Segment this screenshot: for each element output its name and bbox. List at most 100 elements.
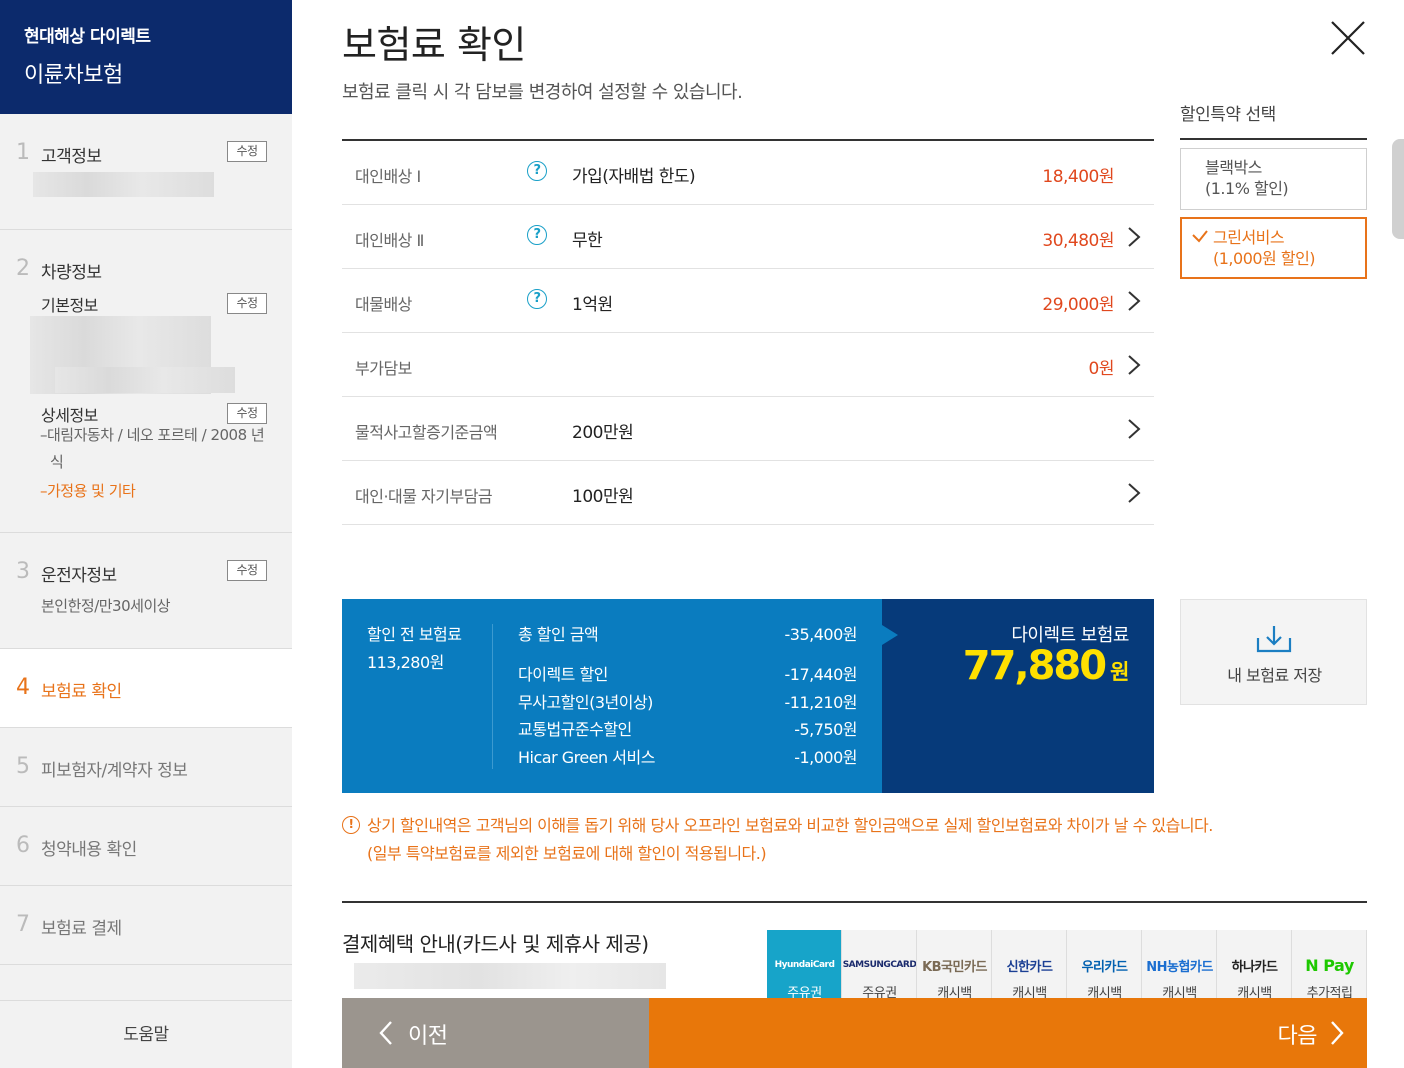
step-payment[interactable]: 7 보험료 결제 xyxy=(0,886,292,965)
card-samsung[interactable]: SAMSUNGCARD 주유권 xyxy=(842,930,917,998)
step-driver-info[interactable]: 3 운전자정보 수정 본인한정/만30세이상 xyxy=(0,533,292,649)
coverage-row[interactable]: 대인·대물 자기부담금 100만원 xyxy=(342,461,1154,525)
coverage-price[interactable]: 0원 xyxy=(1089,354,1115,379)
coverage-row[interactable]: 대인배상 Ⅰ ? 가입(자배법 한도) 18,400원 xyxy=(342,141,1154,205)
card-logo: KB국민카드 xyxy=(922,960,987,975)
card-shinhan[interactable]: 신한카드 캐시백 xyxy=(992,930,1067,998)
step-title: 고객정보 xyxy=(41,147,102,167)
coverage-name: 물적사고할증기준금액 xyxy=(355,423,498,442)
next-button[interactable]: 다음 xyxy=(649,998,1367,1068)
card-logo: 우리카드 xyxy=(1081,960,1128,975)
discount-item-label: Hicar Green 서비스 xyxy=(518,748,655,767)
chevron-right-icon[interactable] xyxy=(1124,225,1144,249)
help-question-icon[interactable]: ? xyxy=(527,161,547,181)
save-premium-button[interactable]: 내 보험료 저장 xyxy=(1180,599,1367,705)
discount-option-rate: (1,000원 할인) xyxy=(1213,249,1316,268)
card-benefit-label: 캐시백 xyxy=(1162,986,1197,998)
discount-item-label: 교통법규준수할인 xyxy=(518,720,632,739)
next-button-label: 다음 xyxy=(1277,1024,1318,1049)
coverage-value: 100만원 xyxy=(572,487,634,507)
premium-summary: 할인 전 보험료 113,280원 총 할인 금액 -35,400원 다이렉트 … xyxy=(342,599,1154,793)
discount-breakdown: 할인 전 보험료 113,280원 총 할인 금액 -35,400원 다이렉트 … xyxy=(342,599,882,793)
sidebar: 현대해상 다이렉트 이륜차보험 1 고객정보 수정 2 차량정보 기본정보 수정… xyxy=(0,0,292,1068)
masked-customer-info xyxy=(33,172,214,197)
discount-option-green-service[interactable]: 그린서비스 (1,000원 할인) xyxy=(1180,217,1367,279)
step-vehicle-info[interactable]: 2 차량정보 기본정보 수정 상세정보 수정 –대림자동차 / 네오 포르테 /… xyxy=(0,230,292,533)
card-nh[interactable]: NH농협카드 캐시백 xyxy=(1142,930,1217,998)
brand-company: 현대해상 다이렉트 xyxy=(24,27,151,47)
card-woori[interactable]: 우리카드 캐시백 xyxy=(1067,930,1142,998)
step-insured-info[interactable]: 5 피보험자/계약자 정보 xyxy=(0,728,292,807)
card-kb[interactable]: KB국민카드 캐시백 xyxy=(917,930,992,998)
card-hana[interactable]: 하나카드 캐시백 xyxy=(1217,930,1292,998)
check-icon xyxy=(1192,230,1208,243)
edit-driver-button[interactable]: 수정 xyxy=(227,560,267,581)
edit-customer-button[interactable]: 수정 xyxy=(227,141,267,162)
close-button[interactable] xyxy=(1328,18,1368,58)
card-logo: SAMSUNGCARD xyxy=(842,960,917,970)
prev-button[interactable]: 이전 xyxy=(342,998,649,1068)
step-number: 7 xyxy=(16,912,30,937)
discount-item-label: 무사고할인(3년이상) xyxy=(518,693,653,712)
vehicle-model: –대림자동차 / 네오 포르테 / 2008 년식 xyxy=(40,426,265,471)
driver-detail: 본인한정/만30세이상 xyxy=(41,597,171,615)
chevron-right-icon[interactable] xyxy=(1124,289,1144,313)
coverage-price[interactable]: 30,480원 xyxy=(1042,226,1114,251)
card-npay[interactable]: N Pay 추가적립 xyxy=(1292,930,1367,998)
direct-premium-panel: 다이렉트 보험료 77,880 원 xyxy=(882,599,1154,793)
step-number: 3 xyxy=(16,559,30,584)
card-hyundai[interactable]: HyundaiCard 주유권 xyxy=(767,930,842,998)
step-title: 청약내용 확인 xyxy=(41,840,137,860)
notice-line: (일부 특약보험료를 제외한 보험료에 대해 할인이 적용됩니다.) xyxy=(367,844,767,863)
page-title: 보험료 확인 xyxy=(342,23,526,67)
step-number: 2 xyxy=(16,256,30,281)
step-title: 보험료 확인 xyxy=(41,682,122,702)
card-logo: 하나카드 xyxy=(1231,960,1278,975)
side-panel-tab[interactable] xyxy=(1392,139,1404,239)
direct-premium-value: 77,880 xyxy=(962,643,1107,689)
discount-option-blackbox[interactable]: 블랙박스 (1.1% 할인) xyxy=(1180,148,1367,210)
coverage-row[interactable]: 부가담보 0원 xyxy=(342,333,1154,397)
help-question-icon[interactable]: ? xyxy=(527,225,547,245)
brand-product: 이륜차보험 xyxy=(24,63,123,88)
discount-item-amount: -5,750원 xyxy=(794,720,857,739)
discount-item-amount: -17,440원 xyxy=(784,665,858,684)
chevron-left-icon xyxy=(379,1021,392,1045)
edit-detail-info-button[interactable]: 수정 xyxy=(227,403,267,424)
coverage-price[interactable]: 18,400원 xyxy=(1042,162,1114,187)
coverage-name: 대인·대물 자기부담금 xyxy=(355,487,493,506)
edit-basic-info-button[interactable]: 수정 xyxy=(227,293,267,314)
card-benefit-label: 캐시백 xyxy=(1087,986,1122,998)
coverage-value: 1억원 xyxy=(572,295,613,315)
coverage-name: 부가담보 xyxy=(355,359,412,378)
discount-option-name: 블랙박스 xyxy=(1205,158,1262,177)
help-button[interactable]: 도움말 xyxy=(0,1000,292,1068)
page-subtitle: 보험료 클릭 시 각 담보를 변경하여 설정할 수 있습니다. xyxy=(342,82,743,103)
divider xyxy=(492,624,493,769)
coverage-row[interactable]: 대물배상 ? 1억원 29,000원 xyxy=(342,269,1154,333)
coverage-name: 대인배상 Ⅱ xyxy=(355,231,424,250)
step-number: 5 xyxy=(16,754,30,779)
step-premium-check[interactable]: 4 보험료 확인 xyxy=(0,649,292,728)
card-benefits: HyundaiCard 주유권 SAMSUNGCARD 주유권 KB국민카드 캐… xyxy=(767,930,1367,998)
help-question-icon[interactable]: ? xyxy=(527,289,547,309)
prev-button-label: 이전 xyxy=(408,1024,448,1049)
coverage-value: 무한 xyxy=(572,231,603,251)
chevron-right-icon[interactable] xyxy=(1124,353,1144,377)
step-customer-info[interactable]: 1 고객정보 수정 xyxy=(0,114,292,230)
coverage-row[interactable]: 대인배상 Ⅱ ? 무한 30,480원 xyxy=(342,205,1154,269)
discount-item-amount: -11,210원 xyxy=(784,693,858,712)
step-subscription-check[interactable]: 6 청약내용 확인 xyxy=(0,807,292,886)
chevron-right-icon[interactable] xyxy=(1124,481,1144,505)
card-benefit-label: 캐시백 xyxy=(1237,986,1272,998)
card-benefit-label: 주유권 xyxy=(862,986,897,998)
step-title: 차량정보 xyxy=(41,263,102,283)
card-logo: HyundaiCard xyxy=(774,960,835,970)
coverage-row[interactable]: 물적사고할증기준금액 200만원 xyxy=(342,397,1154,461)
before-discount-amount: 113,280원 xyxy=(367,653,444,672)
chevron-right-icon[interactable] xyxy=(1124,417,1144,441)
divider xyxy=(342,901,1367,903)
close-icon xyxy=(1331,21,1365,55)
coverage-name: 대인배상 Ⅰ xyxy=(355,167,421,186)
coverage-price[interactable]: 29,000원 xyxy=(1042,290,1114,315)
